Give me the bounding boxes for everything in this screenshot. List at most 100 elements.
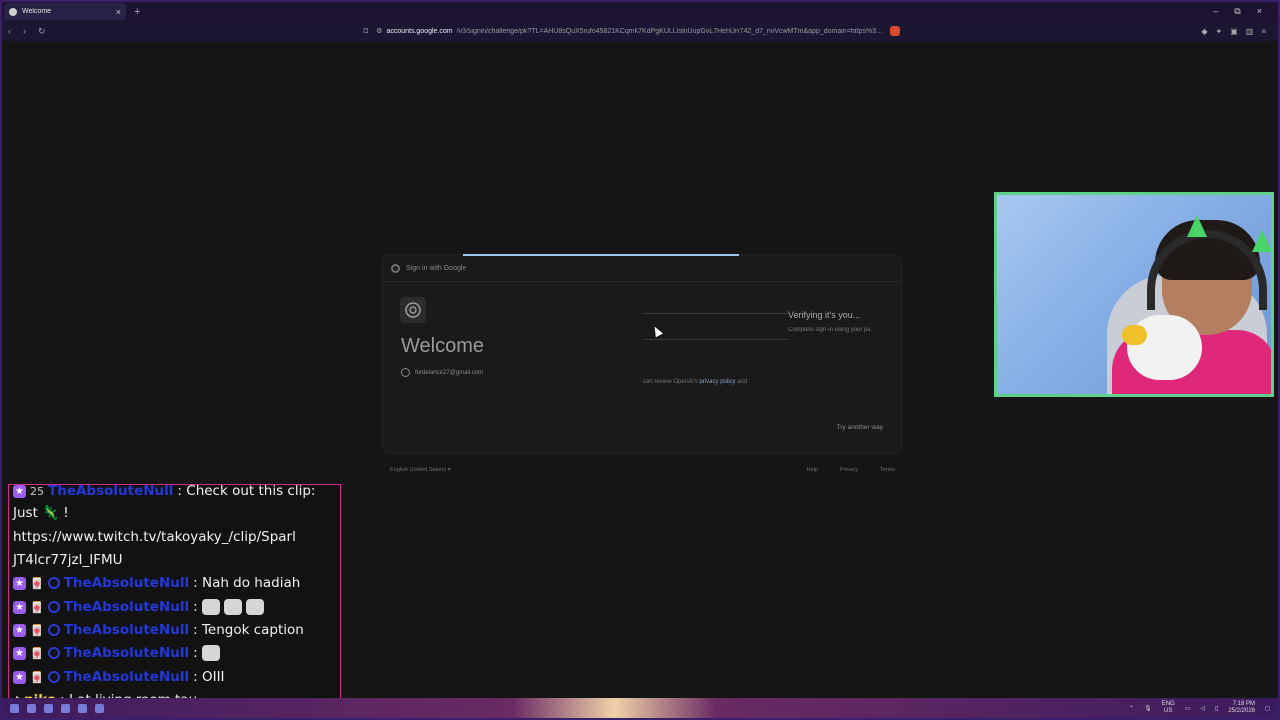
language-indicator[interactable]: ENG US	[1162, 701, 1175, 715]
help-link[interactable]: Help	[807, 467, 818, 473]
chat-message: Just 🦎 !	[13, 505, 69, 521]
extensions-area: ◆ ✦ ▣ ▥ ≡	[1201, 27, 1272, 36]
clock-date: 25/2/2026	[1228, 708, 1256, 714]
url-domain: accounts.google.com	[386, 27, 453, 35]
reload-icon[interactable]: ↻	[38, 26, 46, 37]
terms-link[interactable]: Terms	[880, 467, 895, 473]
user-badge-icon	[47, 601, 60, 613]
chat-line: JT4lcr77jzI_IFMU	[13, 552, 123, 568]
app-icon[interactable]	[95, 703, 104, 713]
app-icon[interactable]	[44, 703, 53, 713]
chat-username: TheAbsoluteNull	[63, 645, 190, 661]
policy-text: can review OpenAI's privacy policy and	[643, 379, 747, 385]
lang-bottom: US	[1164, 708, 1173, 714]
tab-close-icon[interactable]: ×	[116, 7, 121, 17]
url-path: /v3/signin/challenge/pk?TL=AHU8sQuX5rufo…	[456, 27, 887, 35]
chat-line: ★ 25 TheAbsoluteNull: Check out this cli…	[13, 484, 316, 499]
user-badge-icon	[47, 577, 60, 589]
chat-message: : Tengok caption	[193, 622, 304, 638]
sub-badge-icon: 🀄	[30, 623, 44, 637]
back-icon[interactable]: ‹	[8, 26, 11, 37]
chat-overlay: ★ 25 TheAbsoluteNull: Check out this cli…	[8, 484, 341, 714]
app-icon[interactable]	[27, 703, 36, 713]
webcam-plush-accent	[1122, 325, 1147, 345]
url-field[interactable]: ⚙ accounts.google.com /v3/signin/challen…	[376, 27, 887, 36]
network-icon[interactable]: ▭	[1185, 705, 1191, 712]
mic-icon[interactable]: 🎙	[1144, 705, 1152, 712]
bookmark-icon[interactable]: ⌑	[364, 26, 369, 37]
star-badge-icon: ★	[13, 670, 26, 684]
system-tray: ⌃ 🎙 ENG US ▭ ◁ ▯ 7:18 PM 25/2/2026 ◻	[1129, 701, 1270, 715]
clock[interactable]: 7:18 PM 25/2/2026	[1228, 701, 1255, 715]
cat-ear-right-icon	[1252, 230, 1271, 252]
privacy-policy-link[interactable]: privacy policy	[700, 379, 736, 385]
tab-welcome[interactable]: Welcome ×	[4, 3, 126, 20]
language-label: English (United States)	[390, 467, 447, 473]
app-icon[interactable]	[78, 703, 87, 713]
start-icon[interactable]	[10, 703, 19, 713]
star-badge-icon: ★	[13, 623, 26, 637]
cat-ear-left-icon	[1187, 215, 1207, 237]
chat-username: TheAbsoluteNull	[48, 484, 174, 499]
tray-chevron-icon[interactable]: ⌃	[1129, 705, 1134, 712]
verify-title: Verifying it's you...	[788, 310, 861, 320]
sub-badge-icon: 🀄	[30, 576, 44, 590]
minimize-button[interactable]: –	[1213, 6, 1218, 17]
language-select[interactable]: English (United States) ▾	[390, 467, 807, 473]
progress-bar	[463, 254, 739, 256]
chevron-down-icon: ▾	[447, 467, 451, 473]
chat-message: JT4lcr77jzI_IFMU	[13, 552, 123, 568]
card-footer: English (United States) ▾ Help Privacy T…	[390, 467, 895, 473]
footer-links: Help Privacy Terms	[807, 467, 895, 473]
account-email: ferdelance27@gmail.com	[415, 369, 484, 376]
menu-icon[interactable]: ≡	[1261, 27, 1266, 36]
try-another-way-button[interactable]: Try another way	[837, 424, 883, 431]
new-tab-button[interactable]: +	[134, 6, 140, 18]
close-window-button[interactable]: ×	[1257, 6, 1262, 17]
extension-puzzle-icon[interactable]: ✦	[1216, 27, 1223, 36]
star-badge-icon: ★	[13, 600, 26, 614]
lang-top: ENG	[1161, 701, 1175, 707]
chat-line: Just 🦎 !	[13, 505, 69, 521]
chat-message: : Check out this clip:	[177, 484, 316, 499]
taskbar-apps	[10, 703, 104, 713]
extension-icon[interactable]: ◆	[1201, 27, 1207, 36]
tab-favicon-icon	[9, 7, 17, 16]
chat-message: https://www.twitch.tv/takoyaky_/clip/Spa…	[13, 529, 296, 545]
clock-time: 7:18 PM	[1232, 701, 1256, 707]
battery-icon[interactable]: ▯	[1215, 705, 1218, 712]
maximize-button[interactable]: ⧉	[1234, 6, 1240, 17]
volume-icon[interactable]: ◁	[1200, 705, 1205, 712]
address-bar: ‹ › ↻ ⌑ ⚙ accounts.google.com /v3/signin…	[2, 21, 1278, 41]
chat-username: TheAbsoluteNull	[63, 622, 190, 638]
sub-badge-icon: 🀄	[30, 670, 44, 684]
nav-buttons: ‹ › ↻	[8, 26, 46, 37]
verify-subtitle: Complete sign-in using your pa	[788, 327, 871, 333]
chat-line: ★ 🀄 TheAbsoluteNull: OIII	[13, 669, 225, 685]
wallet-icon[interactable]: ▣	[1230, 27, 1238, 36]
emote-icon	[245, 599, 264, 615]
signin-card: Sign in with Google Welcome ferdelance27…	[382, 254, 903, 454]
policy-prefix: can review OpenAI's	[643, 379, 700, 385]
notification-icon[interactable]: ◻	[1265, 705, 1270, 712]
user-badge-icon	[47, 647, 60, 659]
sub-badge-count: 25	[30, 484, 44, 498]
brave-shield-icon[interactable]	[890, 26, 901, 36]
sub-badge-icon: 🀄	[30, 646, 44, 660]
app-icon[interactable]	[61, 703, 70, 713]
account-chip[interactable]: ferdelance27@gmail.com	[401, 368, 483, 377]
chat-line: https://www.twitch.tv/takoyaky_/clip/Spa…	[13, 529, 296, 545]
emote-icon	[201, 599, 220, 615]
chat-message: :	[193, 599, 198, 615]
star-badge-icon: ★	[13, 576, 26, 590]
star-badge-icon: ★	[13, 646, 26, 660]
chat-line: ★ 🀄 TheAbsoluteNull: Nah do hadiah	[13, 575, 300, 591]
forward-icon[interactable]: ›	[23, 26, 26, 37]
chat-line: ★ 🀄 TheAbsoluteNull: Tengok caption	[13, 622, 304, 638]
privacy-link[interactable]: Privacy	[840, 467, 858, 473]
chat-username: TheAbsoluteNull	[63, 575, 190, 591]
site-info-icon[interactable]: ⚙	[376, 27, 382, 35]
user-badge-icon	[47, 624, 60, 636]
sidebar-icon[interactable]: ▥	[1246, 27, 1254, 36]
emote-icon	[223, 599, 242, 615]
